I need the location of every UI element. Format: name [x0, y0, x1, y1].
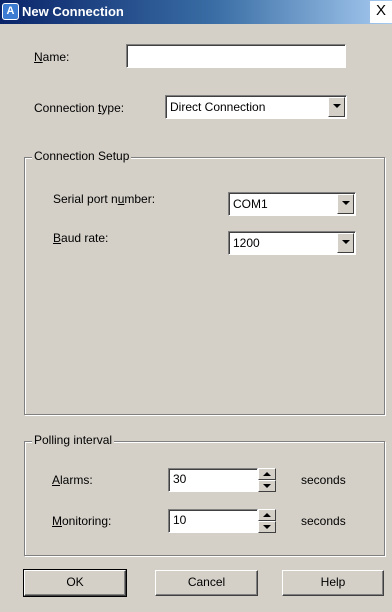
- cancel-button[interactable]: Cancel: [155, 570, 258, 596]
- spin-down-icon[interactable]: [258, 480, 276, 492]
- monitoring-spinner[interactable]: [258, 509, 276, 533]
- connection-setup-title: Connection Setup: [32, 149, 132, 163]
- serial-port-label-pre: Serial port n: [53, 192, 118, 206]
- monitoring-label-accel: M: [52, 514, 62, 528]
- polling-interval-title: Polling interval: [32, 433, 115, 447]
- app-icon: A: [2, 3, 19, 20]
- name-label-accel: N: [34, 50, 43, 64]
- spin-down-icon[interactable]: [258, 521, 276, 533]
- connection-type-label-pre: Connection: [34, 101, 99, 115]
- alarms-unit: seconds: [301, 473, 346, 487]
- connection-type-value: Direct Connection: [170, 100, 266, 114]
- monitoring-label-text: onitoring:: [62, 514, 112, 528]
- alarms-label-text: larms:: [60, 473, 93, 487]
- baud-rate-label-accel: B: [53, 231, 62, 245]
- alarms-label-accel: A: [52, 473, 61, 487]
- serial-port-select[interactable]: COM1: [228, 192, 356, 216]
- name-input[interactable]: [126, 44, 346, 68]
- ok-button[interactable]: OK: [23, 569, 127, 597]
- serial-port-value: COM1: [233, 197, 268, 211]
- serial-port-label: Serial port number:: [53, 192, 155, 206]
- monitoring-label: Monitoring:: [52, 514, 111, 528]
- baud-rate-label: Baud rate:: [53, 231, 108, 245]
- baud-rate-label-text: aud rate:: [61, 231, 109, 245]
- baud-rate-select[interactable]: 1200: [228, 231, 356, 255]
- spin-up-icon[interactable]: [258, 509, 276, 521]
- chevron-down-icon[interactable]: [328, 97, 345, 117]
- connection-type-label: Connection type:: [34, 101, 124, 115]
- monitoring-input[interactable]: 10: [168, 509, 258, 533]
- chevron-down-icon[interactable]: [337, 194, 354, 214]
- alarms-input[interactable]: 30: [168, 468, 258, 492]
- spin-up-icon[interactable]: [258, 468, 276, 480]
- monitoring-unit: seconds: [301, 514, 346, 528]
- alarms-label: Alarms:: [52, 473, 93, 487]
- polling-interval-group: [24, 441, 385, 556]
- connection-type-label-post: ype:: [101, 101, 125, 115]
- title-bar[interactable]: A New Connection X: [0, 0, 392, 24]
- serial-port-label-post: mber:: [124, 192, 156, 206]
- name-label: Name:: [34, 50, 69, 64]
- connection-type-select[interactable]: Direct Connection: [165, 95, 347, 119]
- close-button[interactable]: X: [370, 1, 392, 23]
- alarms-spinner[interactable]: [258, 468, 276, 492]
- chevron-down-icon[interactable]: [337, 233, 354, 253]
- help-button[interactable]: Help: [282, 570, 384, 596]
- baud-rate-value: 1200: [233, 236, 260, 250]
- window-title: New Connection: [22, 4, 124, 19]
- name-label-text: ame:: [42, 50, 70, 64]
